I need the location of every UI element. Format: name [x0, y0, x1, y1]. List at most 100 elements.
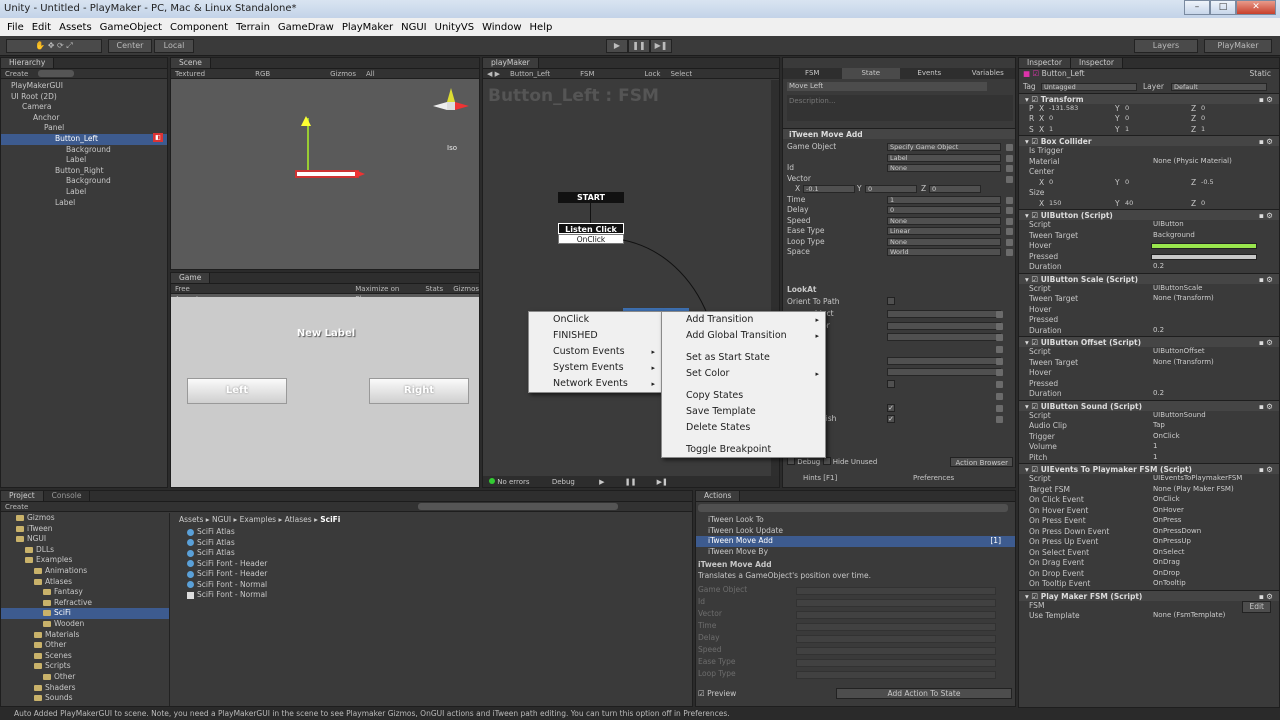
fsm-tab-variables[interactable]: Variables	[959, 68, 1016, 79]
partial-param-checkbox[interactable]: ✓	[887, 403, 895, 412]
menu-playmaker[interactable]: PlayMaker	[338, 22, 397, 33]
game-gizmos[interactable]: Gizmos	[453, 284, 479, 293]
scale-row-y-field[interactable]: 1	[1123, 125, 1185, 134]
layer-dropdown[interactable]: Default	[1171, 83, 1267, 91]
context-item[interactable]: System Events ▸	[529, 360, 661, 376]
inspector-field[interactable]: None (Transform)	[1151, 295, 1255, 303]
fsm-dropdown[interactable]: FSM	[580, 69, 594, 78]
partial-param-field[interactable]	[887, 310, 1001, 318]
project-search[interactable]	[418, 503, 619, 510]
vector-y-field[interactable]: 0	[865, 185, 917, 193]
tag-dropdown[interactable]: Untagged	[1041, 83, 1137, 91]
project-folder[interactable]: Refractive	[1, 598, 169, 609]
param-field[interactable]: Specify Game Object	[887, 143, 1001, 151]
menu-ngui[interactable]: NGUI	[397, 22, 431, 33]
rotation-row-y-field[interactable]: 0	[1123, 115, 1185, 123]
context-item[interactable]: FINISHED	[529, 328, 661, 344]
debug-pause-icon[interactable]: ❚❚	[625, 478, 637, 486]
component-toggle-icon[interactable]: ▾ ☑	[1025, 465, 1041, 474]
inspector-field[interactable]: OnPressDown	[1151, 527, 1255, 536]
hierarchy-item[interactable]: Label	[1, 187, 167, 198]
breadcrumb-item[interactable]: NGUI	[212, 515, 231, 524]
menu-gameobject[interactable]: GameObject	[96, 22, 166, 33]
component-toggle-icon[interactable]: ▾ ☑	[1025, 275, 1041, 284]
inspector-field[interactable]: None (Transform)	[1151, 358, 1255, 367]
hierarchy-item[interactable]: Label	[1, 155, 167, 166]
inspector-field[interactable]: None (FsmTemplate)	[1151, 612, 1255, 620]
hierarchy-item[interactable]: Camera	[1, 102, 167, 113]
center-row-y-field[interactable]: 0	[1123, 178, 1185, 187]
partial-param-field[interactable]	[887, 368, 1001, 377]
project-tab[interactable]: Project	[1, 491, 44, 501]
y-arrow-icon[interactable]	[301, 116, 311, 126]
inspector-field[interactable]: UIButtonSound	[1151, 411, 1255, 420]
play-button[interactable]: ▶	[606, 39, 628, 53]
project-file[interactable]: SciFi Font - Normal	[187, 590, 267, 601]
listen-click-state[interactable]: Listen Click	[558, 223, 624, 234]
size-row-x-field[interactable]: 150	[1047, 199, 1109, 208]
project-folder[interactable]: Sounds	[1, 693, 169, 704]
preferences-button[interactable]: Preferences	[913, 472, 954, 484]
onclick-transition[interactable]: OnClick	[558, 234, 624, 244]
rotation-row-x-field[interactable]: 0	[1047, 115, 1109, 123]
project-folder[interactable]: Gizmos	[1, 513, 169, 524]
vector-x-field[interactable]: -0.1	[803, 185, 855, 193]
project-folder[interactable]: Wooden	[1, 619, 169, 630]
step-button[interactable]: ▶❚	[650, 39, 672, 53]
scale-row-z-field[interactable]: 1	[1199, 125, 1261, 134]
state-name-field[interactable]: Move Left	[787, 82, 987, 91]
maximize-button[interactable]: □	[1210, 0, 1236, 15]
debug-step-icon[interactable]: ▶❚	[657, 478, 668, 486]
project-folder[interactable]: Other	[1, 672, 169, 683]
inspector-field[interactable]: UIButtonScale	[1151, 284, 1255, 293]
inspector-field[interactable]: 1	[1151, 453, 1255, 462]
transform-tools[interactable]: ✋ ✥ ⟳ ⤢	[6, 39, 102, 53]
partial-param-field[interactable]	[887, 333, 1001, 342]
breadcrumb-item[interactable]: Assets	[179, 515, 203, 524]
project-file[interactable]: SciFi Font - Header	[187, 559, 267, 570]
scene-all[interactable]: All	[366, 69, 375, 78]
vector-z-field[interactable]: 0	[929, 185, 981, 193]
component-toggle-icon[interactable]: ▾ ☑	[1025, 592, 1041, 601]
param-menu-icon[interactable]	[996, 381, 1003, 389]
param-menu-icon[interactable]	[1006, 196, 1013, 204]
param-field[interactable]: None	[887, 164, 1001, 172]
project-folder[interactable]: Scripts	[1, 661, 169, 672]
debug-dropdown[interactable]: Debug	[552, 478, 575, 486]
inspector-field[interactable]: Tap	[1151, 422, 1255, 430]
minimize-button[interactable]: –	[1184, 0, 1210, 15]
position-row-x-field[interactable]: -131.583	[1047, 104, 1109, 113]
menu-component[interactable]: Component	[166, 22, 232, 33]
debug-toggle[interactable]: Debug	[797, 458, 820, 466]
box-collider-component[interactable]: ▾ ☑ Box Collider ▪ ⚙	[1019, 135, 1279, 146]
action-header[interactable]: iTween Move Add	[783, 128, 1015, 139]
maximize-on-play[interactable]: Maximize on Play	[355, 284, 415, 303]
fsm-tab-events[interactable]: Events	[900, 68, 959, 79]
context-item[interactable]: Network Events ▸	[529, 376, 661, 392]
context-item[interactable]: Set Color ▸	[662, 366, 825, 382]
hierarchy-item[interactable]: Background	[1, 145, 167, 156]
game-tab[interactable]: Game	[171, 273, 211, 283]
project-file[interactable]: SciFi Atlas	[187, 548, 267, 559]
layers-dropdown[interactable]: Layers	[1134, 39, 1198, 53]
scene-tab[interactable]: Scene	[171, 58, 211, 68]
inspector-field[interactable]: Background	[1151, 231, 1255, 240]
param-menu-icon[interactable]	[1006, 144, 1013, 151]
partial-param-field[interactable]	[887, 321, 1001, 330]
inspector-field[interactable]: OnPressUp	[1151, 538, 1255, 546]
inspector-field[interactable]: 0.2	[1151, 326, 1255, 335]
param-menu-icon[interactable]	[996, 416, 1003, 424]
scene-render-mode[interactable]: Textured	[175, 69, 205, 78]
context-item[interactable]: Save Template	[662, 404, 825, 420]
hierarchy-item[interactable]: Label	[1, 198, 167, 209]
action-list-item[interactable]: iTween Look To	[696, 515, 1015, 526]
inspector-field[interactable]: OnPress	[1151, 517, 1255, 525]
inspector-field[interactable]: OnTooltip	[1151, 580, 1255, 588]
actions-search[interactable]	[698, 504, 1008, 512]
uievents-component[interactable]: ▾ ☑ UIEvents To Playmaker FSM (Script) ▪ …	[1019, 463, 1279, 474]
project-folder[interactable]: SciFi	[1, 608, 169, 619]
param-menu-icon[interactable]	[996, 346, 1003, 354]
project-file[interactable]: SciFi Atlas	[187, 538, 267, 549]
selected-object-gizmo[interactable]	[295, 170, 359, 178]
hierarchy-item[interactable]: Anchor	[1, 113, 167, 124]
